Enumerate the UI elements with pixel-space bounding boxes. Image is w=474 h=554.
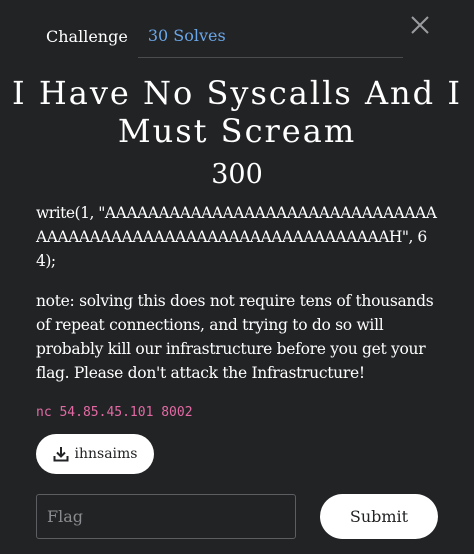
- challenge-points: 300: [211, 159, 263, 190]
- close-icon[interactable]: [408, 13, 432, 37]
- tab-challenge[interactable]: Challenge: [36, 27, 138, 58]
- flag-input[interactable]: [36, 494, 296, 539]
- challenge-title: I Have No Syscalls And I Must Scream: [12, 74, 462, 150]
- submit-button[interactable]: Submit: [320, 494, 438, 539]
- download-file-button[interactable]: ihnsaims: [36, 434, 154, 474]
- tab-solves[interactable]: 30 Solves: [137, 26, 403, 58]
- challenge-note: note: solving this does not require tens…: [36, 292, 434, 382]
- challenge-modal: Challenge 30 Solves I Have No Syscalls A…: [0, 0, 474, 554]
- download-file-label: ihnsaims: [74, 446, 138, 462]
- connection-info: nc 54.85.45.101 8002: [36, 405, 193, 420]
- tab-bar: Challenge 30 Solves: [36, 22, 403, 58]
- download-icon: [53, 446, 69, 462]
- challenge-description: write(1, "AAAAAAAAAAAAAAAAAAAAAAAAAAAAAA…: [36, 204, 437, 270]
